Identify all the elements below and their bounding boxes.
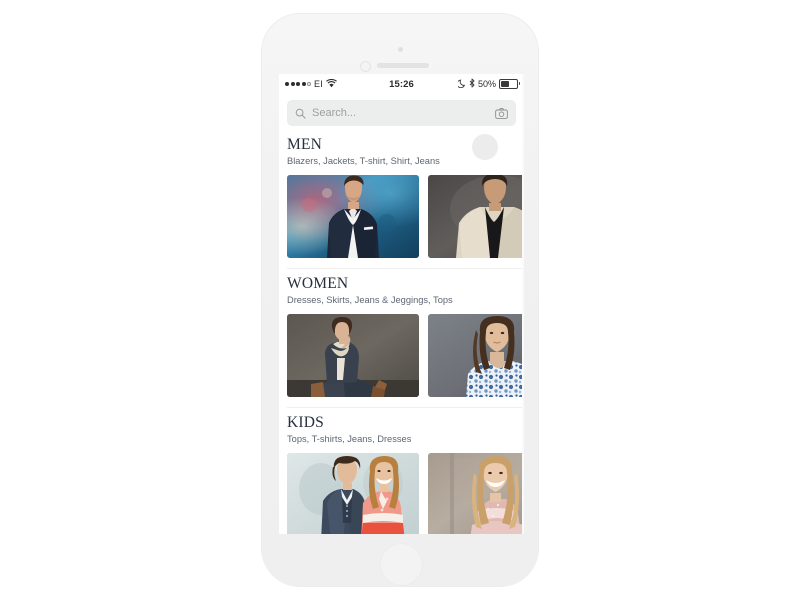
battery-icon (499, 79, 520, 89)
header-badge-placeholder[interactable] (472, 134, 498, 160)
camera-icon[interactable] (495, 107, 508, 119)
section-header-kids: KIDS Tops, T-shirts, Jeans, Dresses (279, 408, 524, 447)
home-button[interactable] (379, 543, 423, 586)
carousel-kids[interactable] (279, 447, 524, 534)
category-list: MEN Blazers, Jackets, T-shirt, Shirt, Je… (279, 130, 524, 534)
search-bar-container (279, 94, 524, 130)
screenshot-canvas: EI 15:26 50% Search... MEN Blazers, Jack… (0, 0, 800, 600)
section-title-kids: KIDS (287, 413, 324, 431)
section-men: MEN Blazers, Jackets, T-shirt, Shirt, Je… (279, 130, 524, 268)
product-card-kids-1[interactable] (287, 452, 419, 534)
product-card-women-2[interactable] (428, 313, 524, 397)
front-camera-icon (397, 47, 403, 52)
search-input[interactable] (312, 107, 489, 119)
search-bar[interactable] (287, 100, 516, 126)
section-women: WOMEN Dresses, Skirts, Jeans & Jeggings,… (279, 269, 524, 407)
status-bar: EI 15:26 50% (279, 74, 524, 94)
phone-screen: EI 15:26 50% Search... MEN Blazers, Jack… (279, 74, 524, 534)
section-subtitle-women: Dresses, Skirts, Jeans & Jeggings, Tops (287, 294, 453, 305)
carousel-men[interactable] (279, 169, 524, 268)
section-title-women: WOMEN (287, 274, 349, 292)
search-icon (295, 108, 306, 119)
status-bar-right: 50% (456, 78, 520, 90)
carousel-women[interactable] (279, 308, 524, 407)
moon-icon (456, 79, 466, 90)
phone-device-frame: EI 15:26 50% Search... MEN Blazers, Jack… (262, 14, 538, 586)
section-header-men: MEN Blazers, Jackets, T-shirt, Shirt, Je… (279, 130, 524, 169)
product-card-kids-2[interactable] (428, 452, 524, 534)
proximity-sensor-icon (360, 61, 371, 72)
section-header-women: WOMEN Dresses, Skirts, Jeans & Jeggings,… (279, 269, 524, 308)
bluetooth-icon (469, 78, 475, 90)
section-kids: KIDS Tops, T-shirts, Jeans, Dresses (279, 408, 524, 534)
product-card-men-1[interactable] (287, 174, 419, 258)
scroll-edge (522, 74, 524, 534)
product-card-men-2[interactable] (428, 174, 524, 258)
battery-percent-label: 50% (477, 79, 496, 89)
earpiece-speaker (377, 63, 429, 68)
product-card-women-1[interactable] (287, 313, 419, 397)
section-subtitle-kids: Tops, T-shirts, Jeans, Dresses (287, 433, 412, 444)
